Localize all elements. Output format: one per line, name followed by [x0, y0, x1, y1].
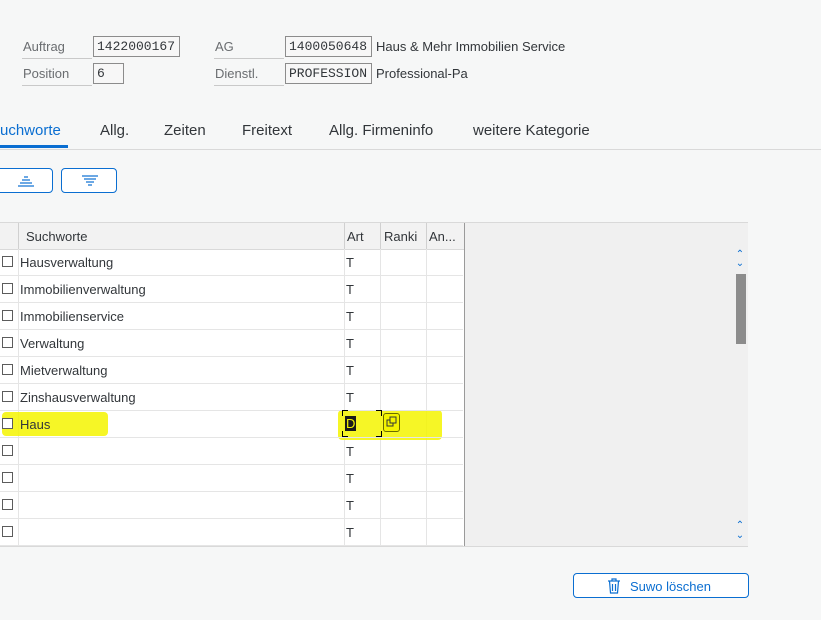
- table-header: Suchworte Art Ranki An...: [0, 223, 464, 250]
- art-cell[interactable]: T: [346, 444, 354, 459]
- auftrag-field[interactable]: 1422000167: [93, 36, 180, 57]
- scrollbar-thumb[interactable]: [736, 274, 746, 344]
- header-separator: [380, 223, 381, 249]
- ag-description: Haus & Mehr Immobilien Service: [376, 39, 566, 54]
- table-row[interactable]: Zinshausverwaltung T: [0, 384, 463, 411]
- keyword-cell[interactable]: Haus: [20, 417, 50, 432]
- row-select-checkbox[interactable]: [2, 472, 13, 483]
- position-field[interactable]: 6: [93, 63, 124, 84]
- art-cell-editor[interactable]: D: [342, 410, 382, 437]
- sort-descending-icon: [82, 175, 98, 186]
- column-header-suchworte[interactable]: Suchworte: [26, 229, 87, 244]
- table-row[interactable]: T: [0, 492, 463, 519]
- keyword-cell[interactable]: Immobilienverwaltung: [20, 282, 146, 297]
- tab-allg-firmeninfo[interactable]: Allg. Firmeninfo: [329, 122, 433, 139]
- value-help-button[interactable]: [383, 413, 400, 432]
- table-row[interactable]: Immobilienservice T: [0, 303, 463, 330]
- column-header-art[interactable]: Art: [347, 229, 364, 244]
- ag-label: AG: [215, 39, 234, 54]
- art-cell[interactable]: T: [346, 363, 354, 378]
- trash-icon: [608, 578, 620, 594]
- scroll-up-icon[interactable]: ⌃: [735, 521, 745, 531]
- sort-ascending-button[interactable]: [0, 168, 53, 193]
- value-help-icon: [386, 416, 397, 427]
- tab-bar: uchworte Allg. Zeiten Freitext Allg. Fir…: [0, 119, 821, 150]
- art-cell[interactable]: T: [346, 390, 354, 405]
- sort-descending-button[interactable]: [61, 168, 117, 193]
- table-row[interactable]: T: [0, 438, 463, 465]
- focus-corner: [376, 410, 382, 416]
- keyword-cell[interactable]: Mietverwaltung: [20, 363, 107, 378]
- auftrag-label-underline: [22, 58, 92, 59]
- row-select-checkbox[interactable]: [2, 364, 13, 375]
- column-header-an[interactable]: An...: [429, 229, 456, 244]
- ag-field[interactable]: 1400050648: [285, 36, 372, 57]
- suwo-loeschen-label: Suwo löschen: [630, 579, 711, 594]
- dienstl-label: Dienstl.: [215, 66, 259, 81]
- row-select-checkbox[interactable]: [2, 337, 13, 348]
- art-cell[interactable]: T: [346, 282, 354, 297]
- row-select-checkbox[interactable]: [2, 445, 13, 456]
- row-select-checkbox[interactable]: [2, 499, 13, 510]
- art-cell[interactable]: T: [346, 336, 354, 351]
- focus-corner: [342, 431, 348, 437]
- row-select-checkbox[interactable]: [2, 418, 13, 429]
- row-select-checkbox[interactable]: [2, 391, 13, 402]
- row-select-checkbox[interactable]: [2, 283, 13, 294]
- table-row[interactable]: Hausverwaltung T: [0, 249, 463, 276]
- row-select-checkbox[interactable]: [2, 256, 13, 267]
- table-row[interactable]: Mietverwaltung T: [0, 357, 463, 384]
- header-separator: [18, 223, 19, 249]
- keyword-cell[interactable]: Immobilienservice: [20, 309, 124, 324]
- header-separator: [426, 223, 427, 249]
- vertical-scrollbar[interactable]: ⌃ ⌄ ⌃ ⌄: [734, 248, 746, 546]
- art-cell-value: D: [345, 416, 357, 431]
- ag-label-underline: [214, 58, 284, 59]
- row-select-checkbox[interactable]: [2, 526, 13, 537]
- position-label: Position: [23, 66, 70, 81]
- column-header-ranking[interactable]: Ranki: [384, 229, 417, 244]
- dienstl-field[interactable]: PROFESSION: [285, 63, 372, 84]
- tab-suchworte[interactable]: uchworte: [0, 122, 61, 139]
- active-tab-indicator: [0, 145, 68, 148]
- keyword-cell[interactable]: Hausverwaltung: [20, 255, 113, 270]
- grid-empty-area: [464, 223, 748, 546]
- header-separator: [344, 223, 345, 249]
- table-row[interactable]: Verwaltung T: [0, 330, 463, 357]
- focus-corner: [376, 431, 382, 437]
- dienstl-label-underline: [214, 85, 284, 86]
- table-row[interactable]: Haus D: [0, 410, 463, 438]
- table-row[interactable]: T: [0, 519, 463, 546]
- art-cell[interactable]: T: [346, 309, 354, 324]
- auftrag-label: Auftrag: [23, 39, 65, 54]
- art-cell[interactable]: T: [346, 255, 354, 270]
- table-row[interactable]: T: [0, 465, 463, 492]
- art-cell[interactable]: T: [346, 498, 354, 513]
- suwo-loeschen-button[interactable]: Suwo löschen: [573, 573, 749, 598]
- keyword-cell[interactable]: Zinshausverwaltung: [20, 390, 136, 405]
- suchworte-table: Suchworte Art Ranki An... Hausverwaltung…: [0, 222, 748, 547]
- table-row[interactable]: Immobilienverwaltung T: [0, 276, 463, 303]
- art-cell[interactable]: T: [346, 525, 354, 540]
- position-label-underline: [22, 85, 92, 86]
- dienstl-description: Professional-Pa: [376, 66, 468, 81]
- tab-freitext[interactable]: Freitext: [242, 122, 292, 139]
- sort-ascending-icon: [18, 176, 34, 187]
- keyword-cell[interactable]: Verwaltung: [20, 336, 84, 351]
- tab-zeiten[interactable]: Zeiten: [164, 122, 206, 139]
- tab-weitere-kategorie[interactable]: weitere Kategorie: [473, 122, 590, 139]
- art-cell[interactable]: T: [346, 471, 354, 486]
- scroll-down-icon[interactable]: ⌄: [735, 259, 745, 269]
- scroll-down-icon[interactable]: ⌄: [735, 531, 745, 541]
- row-select-checkbox[interactable]: [2, 310, 13, 321]
- tab-allg[interactable]: Allg.: [100, 122, 129, 139]
